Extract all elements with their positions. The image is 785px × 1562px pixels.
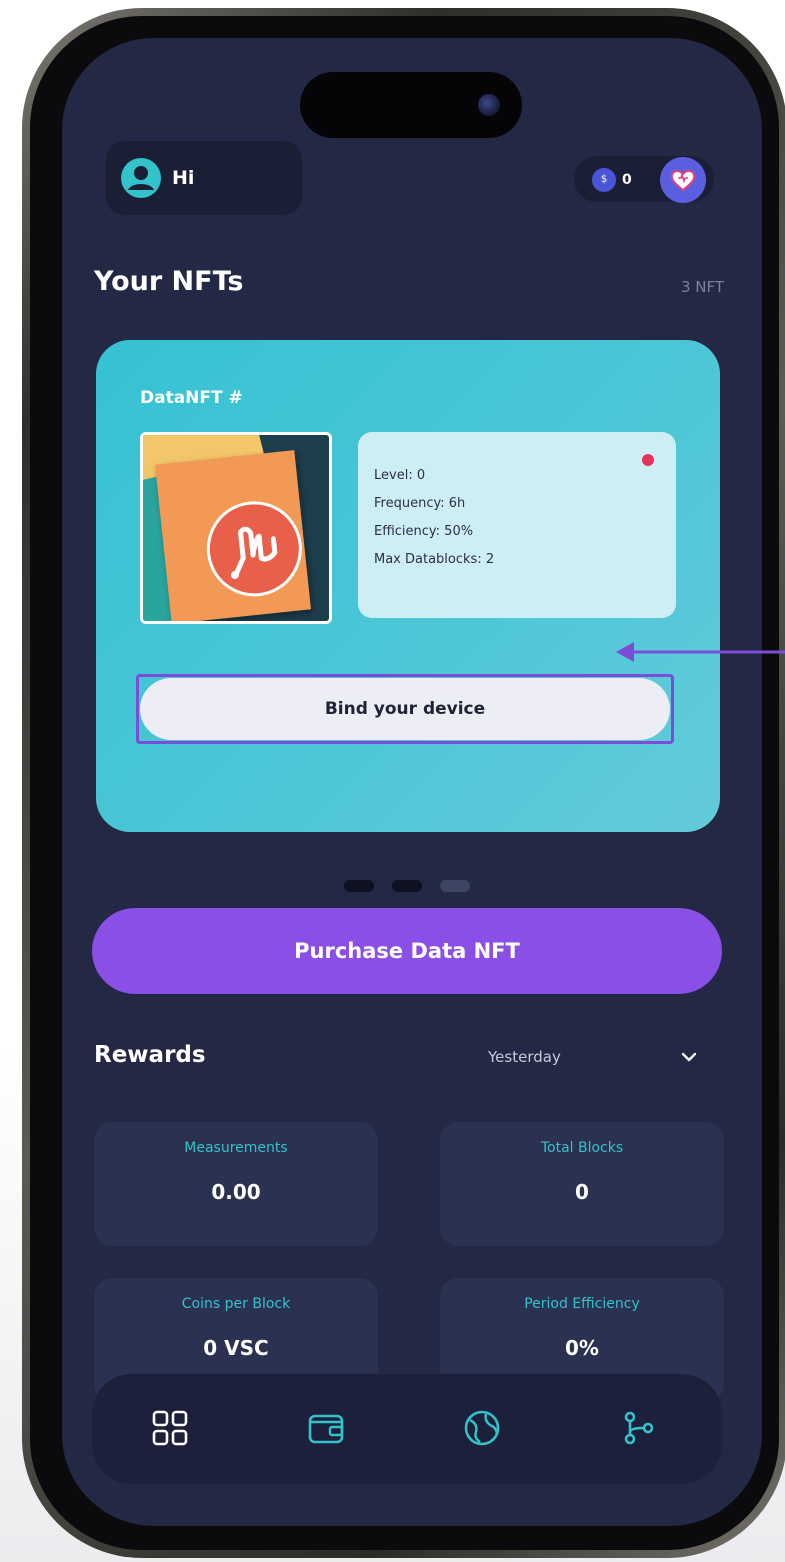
carousel-dot[interactable] [344, 880, 374, 892]
metric-card: Total Blocks 0 [440, 1122, 724, 1246]
period-select[interactable]: Yesterday [488, 1048, 561, 1066]
metric-label: Measurements [184, 1140, 288, 1156]
your-nfts-title: Your NFTs [94, 266, 244, 297]
dynamic-island [300, 72, 522, 138]
metric-label: Coins per Block [181, 1296, 291, 1312]
nft-card-title: DataNFT # [140, 388, 243, 408]
heart-button[interactable] [660, 157, 706, 203]
camera-lens [478, 94, 500, 116]
greeting-text: Hi [172, 167, 195, 189]
thumb-orange-layer [155, 450, 311, 621]
coin-icon: $ [592, 168, 616, 192]
nft-count: 3 NFT [680, 278, 724, 296]
metric-label: Period Efficiency [524, 1296, 640, 1312]
stat-frequency: Frequency: 6h [374, 496, 466, 511]
profile-greeting[interactable]: Hi [106, 141, 302, 215]
dashboard-icon[interactable] [150, 1408, 190, 1448]
stat-level: Level: 0 [374, 468, 426, 483]
carousel-dot-active[interactable] [440, 880, 470, 892]
metric-card: Measurements 0.00 [94, 1122, 378, 1246]
bind-device-button[interactable]: Bind your device [140, 678, 670, 740]
nft-logo-icon [206, 501, 302, 597]
metric-value: 0 [575, 1180, 589, 1204]
globe-icon[interactable] [462, 1408, 502, 1448]
metric-label: Total Blocks [540, 1140, 624, 1156]
stat-max-datablocks: Max Datablocks: 2 [374, 552, 495, 567]
bottom-nav [92, 1374, 722, 1484]
app-screen: Hi $ 0 Your NFTs 3 NFT DataNFT # Level: … [62, 38, 762, 1526]
rewards-title: Rewards [94, 1042, 206, 1068]
status-dot [642, 454, 654, 466]
stat-efficiency: Efficiency: 50% [374, 524, 474, 539]
metric-value: 0 VSC [203, 1336, 269, 1360]
metric-value: 0% [565, 1336, 599, 1360]
user-avatar-icon [121, 158, 161, 198]
coin-count: 0 [622, 172, 632, 188]
nft-stats-panel: Level: 0 Frequency: 6h Efficiency: 50% M… [358, 432, 676, 618]
pointer-arrow-icon [616, 642, 785, 662]
nft-thumbnail [140, 432, 332, 624]
metric-value: 0.00 [211, 1180, 261, 1204]
purchase-data-nft-button[interactable]: Purchase Data NFT [92, 908, 722, 994]
heart-icon [670, 170, 696, 192]
branch-icon[interactable] [618, 1408, 658, 1448]
chevron-down-icon[interactable] [680, 1050, 698, 1064]
wallet-icon[interactable] [306, 1408, 346, 1448]
nft-card[interactable]: DataNFT # Level: 0 Frequency: 6h Efficie… [96, 340, 720, 832]
carousel-dot[interactable] [392, 880, 422, 892]
